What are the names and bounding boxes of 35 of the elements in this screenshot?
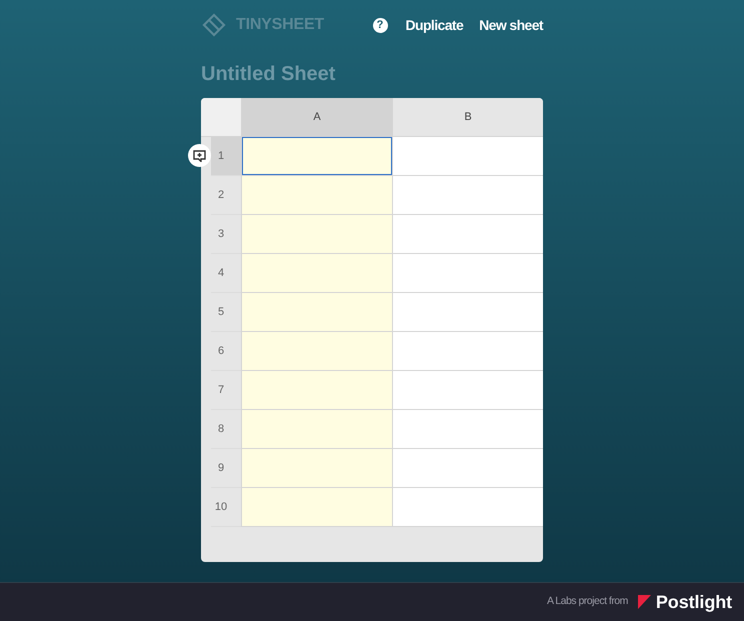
- table-cell[interactable]: [392, 215, 543, 254]
- triangle-logo-icon: [636, 595, 651, 609]
- table-cell[interactable]: [241, 137, 392, 176]
- table-cell[interactable]: [241, 410, 392, 449]
- diamond-logo-icon: [202, 13, 226, 37]
- sheet-title: Untitled Sheet: [201, 62, 336, 86]
- column-header[interactable]: B: [392, 98, 543, 137]
- table-cell[interactable]: [392, 371, 543, 410]
- table-cell[interactable]: [392, 293, 543, 332]
- table-cell[interactable]: [241, 332, 392, 371]
- comment-plus-icon: [193, 150, 206, 162]
- help-button[interactable]: ?: [372, 18, 388, 32]
- table-cell[interactable]: [241, 176, 392, 215]
- header-link[interactable]: Duplicate: [406, 16, 464, 34]
- table-cell[interactable]: [241, 215, 392, 254]
- brand-wordmark[interactable]: Postlight: [656, 591, 732, 613]
- table-cell[interactable]: [392, 449, 543, 488]
- table-cell[interactable]: [241, 449, 392, 488]
- logo-text: TINYSHEET: [236, 15, 324, 35]
- header-link[interactable]: New sheet: [479, 16, 543, 34]
- table-cell[interactable]: [241, 488, 392, 527]
- row-header[interactable]: 1: [211, 137, 241, 176]
- table-cell[interactable]: [392, 137, 543, 176]
- table-cell[interactable]: [241, 371, 392, 410]
- add-comment-button[interactable]: [188, 144, 211, 167]
- column-header[interactable]: A: [241, 98, 392, 137]
- corner-header[interactable]: [201, 98, 241, 137]
- table-cell[interactable]: [241, 254, 392, 293]
- table-cell[interactable]: [241, 293, 392, 332]
- table-cell[interactable]: [392, 254, 543, 293]
- table-cell[interactable]: [392, 176, 543, 215]
- credit-text: A Labs project from: [546, 594, 628, 610]
- table-cell[interactable]: [392, 332, 543, 371]
- table-cell[interactable]: [392, 488, 543, 527]
- table-cell[interactable]: [392, 410, 543, 449]
